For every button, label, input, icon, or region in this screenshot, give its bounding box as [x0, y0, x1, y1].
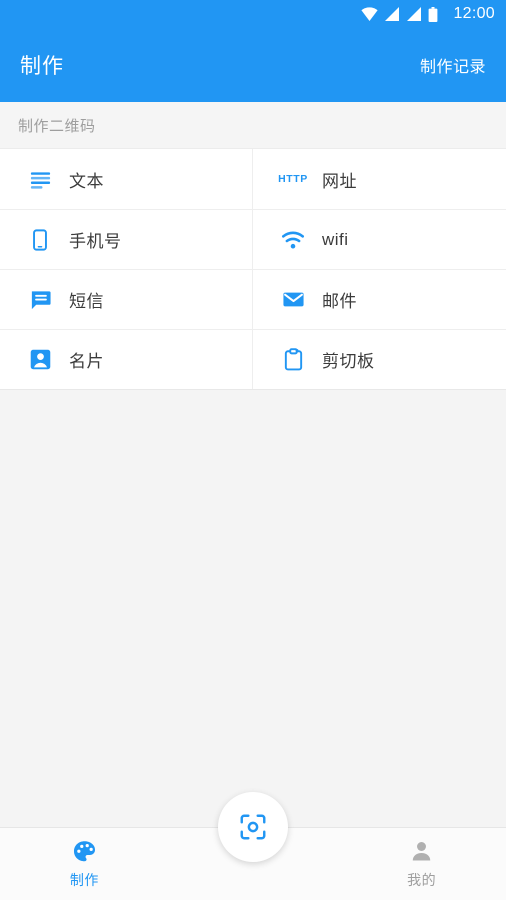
nav-tab-make[interactable]: 制作 — [0, 828, 169, 900]
grid-row: 文本 HTTP 网址 — [0, 149, 506, 209]
battery-icon — [428, 6, 438, 22]
grid-item-label: 短信 — [69, 292, 104, 311]
status-bar: 12:00 — [0, 0, 506, 28]
phone-icon — [27, 227, 53, 253]
grid-item-text[interactable]: 文本 — [0, 149, 253, 209]
grid-item-url[interactable]: HTTP 网址 — [253, 149, 506, 209]
grid-item-label: wifi — [322, 229, 349, 249]
page-title: 制作 — [20, 55, 64, 78]
grid-item-label: 剪切板 — [322, 352, 375, 371]
grid-row: 短信 邮件 — [0, 269, 506, 329]
grid-item-sms[interactable]: 短信 — [0, 269, 253, 329]
clipboard-icon — [280, 347, 306, 373]
nav-tab-label: 我的 — [407, 871, 437, 888]
grid-row: 名片 剪切板 — [0, 329, 506, 389]
grid-item-label: 网址 — [322, 171, 357, 191]
sms-bubble-icon — [27, 287, 53, 313]
wifi-icon — [280, 227, 306, 253]
qr-type-grid: 文本 HTTP 网址 手机号 wifi 短信 邮件 名片 剪切板 — [0, 149, 506, 390]
grid-item-label: 名片 — [69, 352, 104, 371]
wifi-icon — [361, 7, 379, 21]
section-header: 制作二维码 — [0, 102, 506, 149]
status-bar-icons: 12:00 — [361, 5, 495, 23]
grid-item-label: 文本 — [69, 171, 104, 191]
status-bar-clock: 12:00 — [453, 5, 495, 22]
nav-tab-mine[interactable]: 我的 — [337, 828, 506, 900]
envelope-icon — [280, 287, 306, 313]
content-empty-area — [0, 390, 506, 827]
grid-item-wifi[interactable]: wifi — [253, 209, 506, 269]
grid-item-label: 手机号 — [69, 232, 122, 251]
app-screen: 12:00 制作 制作记录 制作二维码 文本 HTTP 网址 手机号 wifi … — [0, 0, 506, 900]
history-action-button[interactable]: 制作记录 — [420, 53, 486, 77]
bottom-navigation: 制作 我的 — [0, 792, 506, 900]
grid-item-phone[interactable]: 手机号 — [0, 209, 253, 269]
grid-item-clipboard[interactable]: 剪切板 — [253, 329, 506, 389]
grid-row: 手机号 wifi — [0, 209, 506, 269]
scan-qr-icon — [238, 812, 268, 842]
grid-item-label: 邮件 — [322, 292, 357, 311]
person-icon — [409, 839, 435, 865]
signal-icon — [384, 7, 400, 21]
scan-fab-button[interactable] — [218, 792, 288, 862]
grid-item-email[interactable]: 邮件 — [253, 269, 506, 329]
http-icon-text: HTTP — [278, 173, 308, 185]
grid-item-contact-card[interactable]: 名片 — [0, 329, 253, 389]
http-icon: HTTP — [278, 166, 308, 192]
app-bar: 制作 制作记录 — [0, 28, 506, 102]
text-lines-icon — [27, 166, 53, 192]
signal-icon — [406, 7, 422, 21]
palette-icon — [71, 839, 97, 865]
nav-tab-label: 制作 — [69, 871, 99, 888]
contact-card-icon — [27, 347, 53, 373]
